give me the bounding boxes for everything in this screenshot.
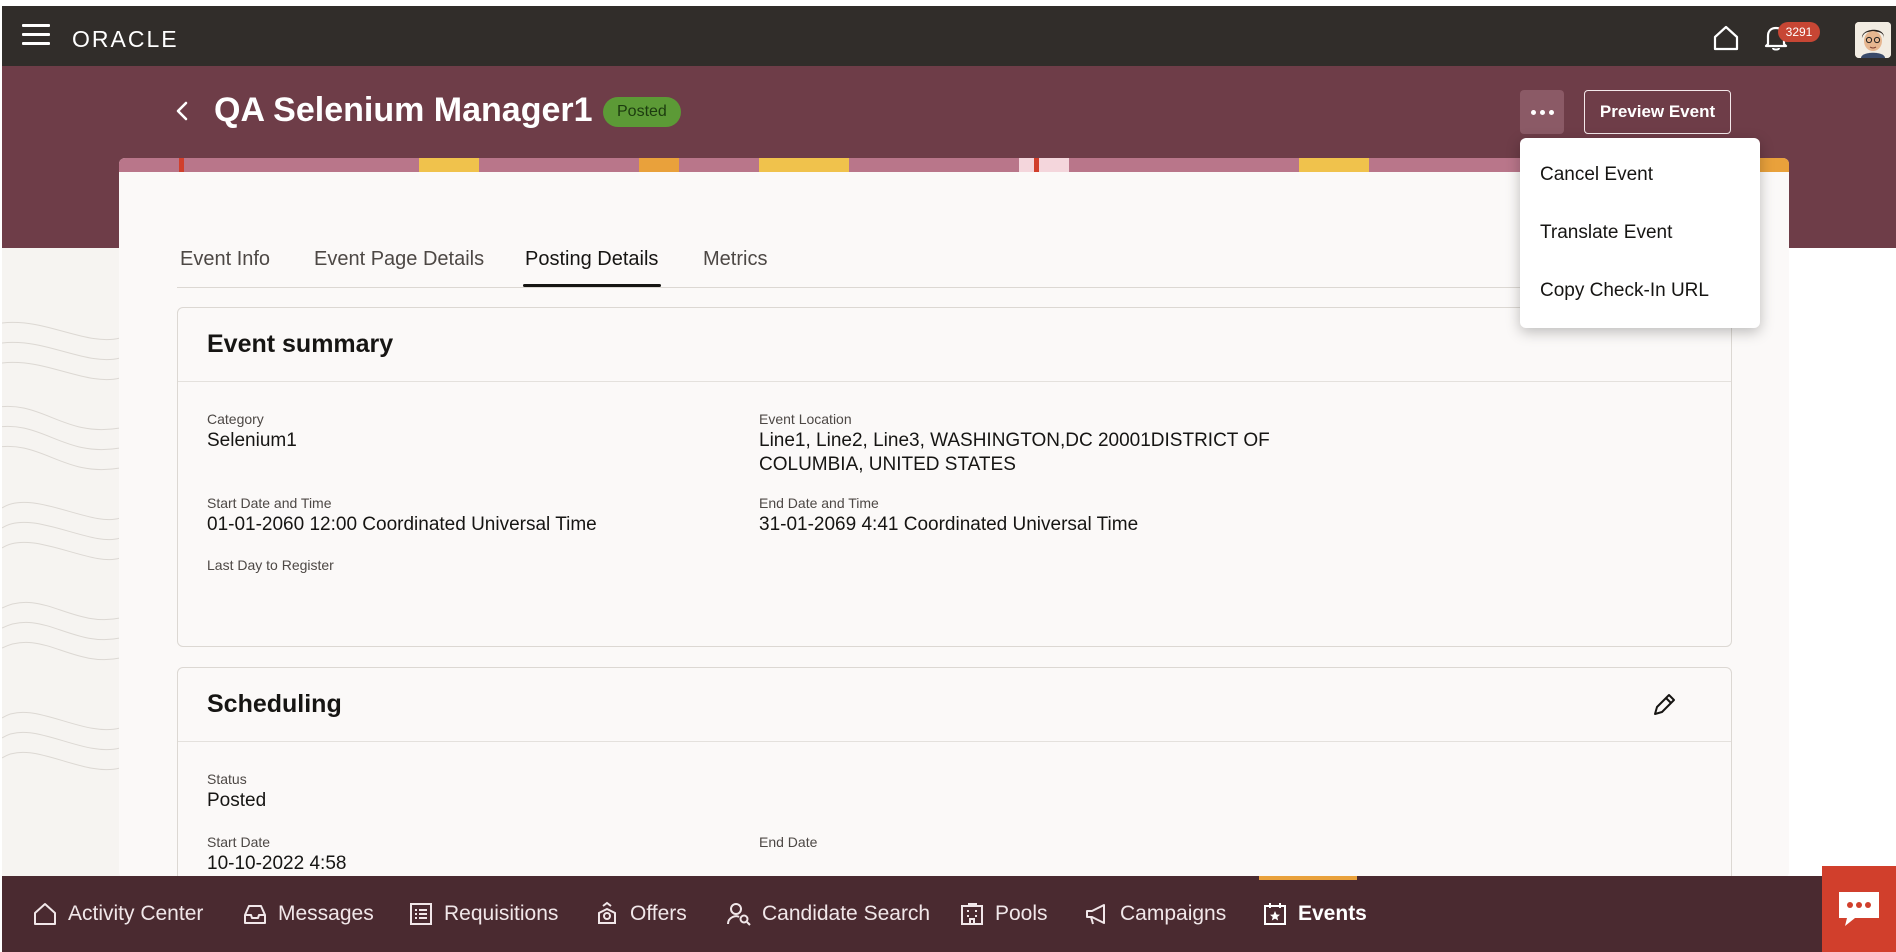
tab-posting-details[interactable]: Posting Details (525, 248, 658, 271)
nav-label: Activity Center (68, 902, 204, 925)
tab-event-info[interactable]: Event Info (180, 248, 270, 271)
start-date-label: Start Date (207, 834, 271, 850)
start-date-value: 10-10-2022 4:58 (207, 853, 347, 874)
nav-activity-center[interactable]: Activity Center (32, 876, 203, 952)
last-day-label: Last Day to Register (207, 557, 334, 573)
page-title: QA Selenium Manager1 (214, 91, 593, 129)
preview-event-button[interactable]: Preview Event (1584, 90, 1731, 134)
active-tab-indicator (523, 284, 661, 287)
location-label: Event Location (759, 411, 852, 427)
nav-label: Offers (630, 902, 687, 925)
nav-pools[interactable]: Pools (959, 876, 1048, 952)
nav-label: Requisitions (444, 902, 559, 925)
nav-label: Messages (278, 902, 374, 925)
menu-item-translate-event[interactable]: Translate Event (1540, 222, 1672, 244)
inbox-icon (244, 905, 266, 924)
nav-messages[interactable]: Messages (242, 876, 374, 952)
start-datetime-label: Start Date and Time (207, 495, 332, 511)
chat-button[interactable] (1822, 866, 1896, 952)
category-value: Selenium1 (207, 430, 297, 451)
nav-candidate-search[interactable]: Candidate Search (726, 876, 930, 952)
more-dots-icon (1530, 109, 1536, 115)
bottom-navigation: Activity Center Messages Requisitions Of… (2, 876, 1896, 952)
tab-event-page-details[interactable]: Event Page Details (314, 248, 484, 271)
location-value-line2: COLUMBIA, UNITED STATES (759, 454, 1016, 475)
tab-metrics[interactable]: Metrics (703, 248, 767, 271)
location-value-line1: Line1, Line2, Line3, WASHINGTON,DC 20001… (759, 430, 1270, 451)
scheduling-section: Scheduling Status Posted Start Date 10-1… (177, 667, 1732, 897)
nav-campaigns[interactable]: Campaigns (1084, 876, 1226, 952)
section-heading: Scheduling (178, 668, 1731, 742)
chat-icon (1839, 892, 1879, 926)
avatar[interactable] (1855, 22, 1891, 58)
nav-offers[interactable]: Offers (594, 876, 687, 952)
start-datetime-value: 01-01-2060 12:00 Coordinated Universal T… (207, 514, 597, 535)
event-summary-section: Event summary Category Selenium1 Event L… (177, 307, 1732, 647)
hamburger-icon[interactable] (22, 24, 50, 48)
notification-badge: 3291 (1778, 22, 1820, 42)
global-header: ORACLE 3291 (2, 6, 1896, 66)
nav-label: Pools (995, 902, 1048, 925)
category-label: Category (207, 411, 264, 427)
menu-item-copy-checkin-url[interactable]: Copy Check-In URL (1540, 280, 1709, 302)
nav-events[interactable]: Events (1262, 876, 1367, 952)
actions-menu: Cancel Event Translate Event Copy Check-… (1520, 138, 1760, 328)
back-chevron-icon[interactable] (172, 98, 194, 124)
nav-requisitions[interactable]: Requisitions (408, 876, 558, 952)
menu-item-cancel-event[interactable]: Cancel Event (1540, 164, 1653, 186)
status-value: Posted (207, 790, 267, 811)
edit-pencil-icon[interactable] (1649, 690, 1679, 720)
home-icon (34, 903, 56, 925)
nav-label: Campaigns (1120, 902, 1227, 925)
end-datetime-value: 31-01-2069 4:41 Coordinated Universal Ti… (759, 514, 1139, 535)
end-date-label: End Date (759, 834, 818, 850)
oracle-logo[interactable]: ORACLE (72, 26, 179, 53)
end-datetime-label: End Date and Time (759, 495, 879, 511)
tab-bar: Event Info Event Page Details Posting De… (177, 240, 1747, 288)
active-nav-indicator (1259, 876, 1357, 880)
background-decoration (2, 248, 120, 878)
more-actions-button[interactable] (1520, 90, 1564, 134)
megaphone-icon (1086, 904, 1105, 925)
building-icon (961, 903, 983, 925)
list-icon (410, 903, 432, 925)
section-heading: Event summary (178, 308, 1731, 382)
nav-label: Candidate Search (762, 902, 931, 925)
status-badge: Posted (603, 97, 681, 127)
home-icon[interactable] (1712, 24, 1740, 52)
nav-label: Events (1298, 902, 1367, 925)
offer-icon (598, 901, 616, 924)
calendar-star-icon (1264, 903, 1286, 925)
status-label: Status (207, 771, 247, 787)
person-search-icon (727, 903, 751, 926)
